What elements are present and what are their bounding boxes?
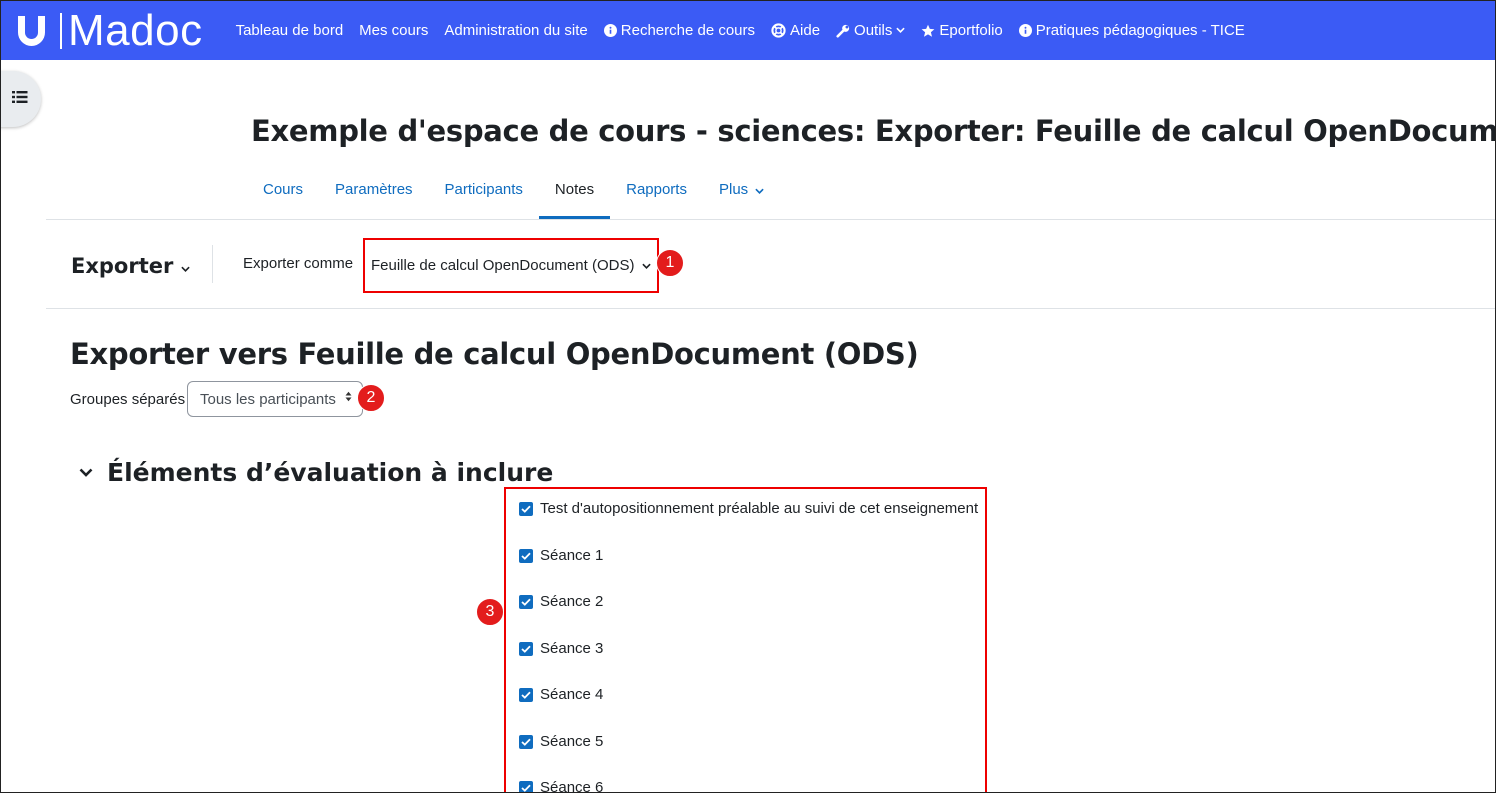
chevron-down-icon bbox=[896, 25, 906, 36]
tab-notes[interactable]: Notes bbox=[538, 169, 611, 219]
chevron-down-icon bbox=[755, 186, 765, 197]
nav-label: Pratiques pédagogiques - TICE bbox=[1035, 22, 1245, 39]
nav-tableau-de-bord[interactable]: Tableau de bord bbox=[236, 22, 344, 39]
nav-eportfolio[interactable]: Eportfolio bbox=[921, 22, 1003, 39]
grade-item-label: Séance 5 bbox=[540, 733, 604, 750]
nav-label: Outils bbox=[854, 22, 893, 39]
nav-administration[interactable]: Administration du site bbox=[444, 22, 587, 39]
top-navbar: Madoc Tableau de bord Mes cours Administ… bbox=[1, 1, 1495, 60]
nav-pratiques-pedagogiques[interactable]: Pratiques pédagogiques - TICE bbox=[1018, 22, 1245, 39]
grade-item-label: Séance 6 bbox=[540, 779, 604, 793]
nav-label: Eportfolio bbox=[939, 22, 1003, 39]
info-circle-icon bbox=[1018, 24, 1032, 37]
tab-cours[interactable]: Cours bbox=[247, 169, 319, 219]
grade-item-seance-3: Séance 3 bbox=[519, 640, 603, 657]
nav-label: Mes cours bbox=[359, 22, 429, 39]
export-heading: Exporter vers Feuille de calcul OpenDocu… bbox=[70, 337, 919, 371]
tab-plus-label: Plus bbox=[718, 181, 749, 198]
chevron-down-icon bbox=[79, 468, 93, 477]
madoc-logo-mark-icon bbox=[18, 14, 48, 48]
nav-recherche-de-cours[interactable]: Recherche de cours bbox=[603, 22, 756, 39]
checkbox[interactable] bbox=[519, 641, 533, 656]
section-title: Éléments d’évaluation à inclure bbox=[107, 458, 554, 487]
checkbox[interactable] bbox=[519, 594, 533, 609]
grade-item-seance-4: Séance 4 bbox=[519, 686, 603, 703]
star-icon bbox=[921, 24, 935, 38]
groups-label: Groupes séparés bbox=[70, 391, 186, 408]
export-format-select[interactable]: Feuille de calcul OpenDocument (ODS) bbox=[363, 238, 659, 293]
section-toggle-elements[interactable]: Éléments d’évaluation à inclure bbox=[79, 458, 553, 487]
nav-outils[interactable]: Outils bbox=[836, 22, 906, 39]
grade-item-label: Séance 1 bbox=[540, 547, 604, 564]
page-title: Exemple d'espace de cours - sciences: Ex… bbox=[251, 114, 1496, 148]
export-as-label: Exporter comme bbox=[243, 255, 354, 272]
grade-item-seance-6: Séance 6 bbox=[519, 779, 604, 793]
list-icon bbox=[12, 90, 28, 108]
secondary-nav: Cours Paramètres Participants Notes Rapp… bbox=[247, 169, 780, 219]
grade-item-seance-2: Séance 2 bbox=[519, 593, 603, 610]
nav-label: Administration du site bbox=[444, 22, 588, 39]
nav-label: Aide bbox=[790, 22, 821, 39]
annotation-badge-2: 2 bbox=[357, 384, 385, 412]
divider bbox=[46, 219, 1495, 220]
nav-aide[interactable]: Aide bbox=[771, 22, 820, 39]
vertical-divider bbox=[212, 245, 213, 283]
checkbox[interactable] bbox=[519, 687, 533, 702]
checkbox[interactable] bbox=[519, 548, 533, 563]
tab-plus[interactable]: Plus bbox=[703, 169, 780, 219]
grade-item-label: Test d'autopositionnement préalable au s… bbox=[540, 500, 979, 517]
annotation-badge-3: 3 bbox=[476, 598, 504, 626]
nav-label: Recherche de cours bbox=[620, 22, 756, 39]
checkbox[interactable] bbox=[519, 780, 533, 792]
exporter-menu-label: Exporter bbox=[71, 254, 174, 278]
page-frame: Madoc Tableau de bord Mes cours Administ… bbox=[0, 0, 1496, 793]
life-ring-icon bbox=[771, 23, 786, 38]
chevron-down-icon bbox=[642, 260, 652, 272]
grade-item-seance-1: Séance 1 bbox=[519, 547, 603, 564]
tab-participants[interactable]: Participants bbox=[429, 169, 539, 219]
grade-item-label: Séance 4 bbox=[540, 686, 604, 703]
site-logo[interactable]: Madoc bbox=[18, 1, 203, 60]
wrench-icon bbox=[836, 24, 850, 38]
grade-item-label: Séance 2 bbox=[540, 593, 604, 610]
groups-select-value: Tous les participants bbox=[200, 390, 336, 408]
nav-mes-cours[interactable]: Mes cours bbox=[359, 22, 428, 39]
course-index-toggle[interactable] bbox=[1, 71, 41, 127]
logo-text: Madoc bbox=[68, 5, 203, 55]
annotation-badge-1: 1 bbox=[656, 249, 684, 277]
groups-select[interactable]: Tous les participants bbox=[187, 381, 363, 417]
exporter-menu[interactable]: Exporter bbox=[71, 254, 191, 278]
main-nav: Tableau de bord Mes cours Administration… bbox=[236, 1, 1261, 60]
chevron-down-icon bbox=[181, 261, 191, 275]
nav-label: Tableau de bord bbox=[235, 22, 344, 39]
grade-item-seance-5: Séance 5 bbox=[519, 733, 603, 750]
tab-rapports[interactable]: Rapports bbox=[610, 169, 703, 219]
grade-item-test: Test d'autopositionnement préalable au s… bbox=[519, 500, 978, 517]
logo-separator bbox=[60, 12, 62, 49]
checkbox[interactable] bbox=[519, 501, 533, 516]
sort-updown-icon bbox=[345, 391, 352, 402]
checkbox[interactable] bbox=[519, 734, 533, 749]
divider bbox=[46, 308, 1495, 309]
tab-parametres[interactable]: Paramètres bbox=[319, 169, 429, 219]
export-format-value: Feuille de calcul OpenDocument (ODS) bbox=[371, 257, 635, 274]
grade-item-label: Séance 3 bbox=[540, 640, 604, 657]
info-circle-icon bbox=[603, 24, 617, 37]
